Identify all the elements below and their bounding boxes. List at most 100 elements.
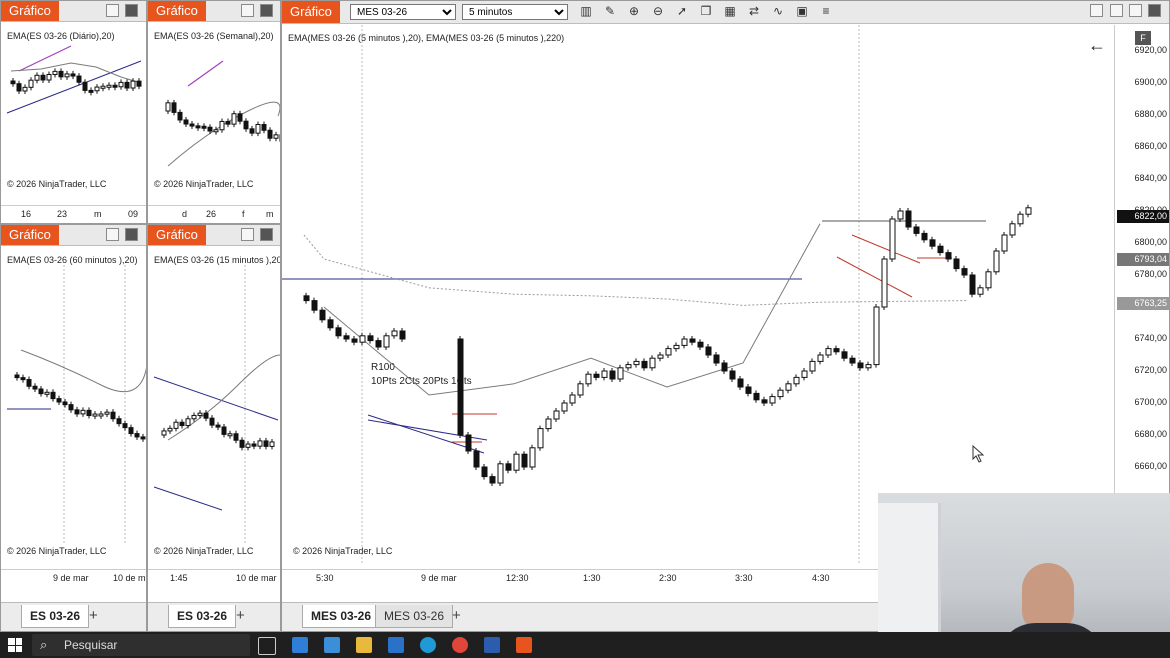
x-label: 10 de m [113, 573, 146, 583]
candle [219, 120, 225, 131]
zoom-out-icon[interactable]: ⊖ [650, 3, 666, 19]
camera-app-icon[interactable] [324, 637, 340, 653]
chrome-browser-icon[interactable] [452, 637, 468, 653]
bar-type-icon[interactable]: ▥ [578, 3, 594, 19]
candle [191, 414, 197, 420]
daily-price-plot[interactable] [1, 41, 147, 191]
widgets-icon[interactable] [292, 637, 308, 653]
candle [993, 250, 1000, 273]
candle [713, 354, 720, 364]
x-axis: d 26 f m [148, 205, 280, 223]
daily-chart-titlebar[interactable]: Gráfico [1, 1, 146, 22]
candle [865, 364, 872, 369]
indicator-legend: EMA(ES 03-26 (Diário),20) [7, 31, 115, 41]
instrument-selector[interactable]: MES 03-26 [350, 4, 456, 20]
edge-browser-icon[interactable] [420, 637, 436, 653]
candle [10, 80, 16, 85]
candle [189, 123, 195, 127]
candle [351, 338, 358, 343]
candle [177, 111, 183, 121]
y-tick-label: 6700,00 [1134, 397, 1167, 407]
ninjatrader-icon[interactable] [516, 637, 532, 653]
side-letter-button[interactable]: F [1135, 31, 1151, 45]
main-chart-titlebar[interactable]: Gráfico MES 03-26 5 minutos ▥ ✎ ⊕ ⊖ ➚ ❒ … [282, 1, 1169, 24]
windows-start-icon[interactable] [8, 638, 22, 652]
task-view-icon[interactable] [258, 637, 276, 655]
hourly-chart-titlebar[interactable]: Gráfico [1, 225, 146, 246]
restore-button[interactable] [1129, 4, 1142, 17]
indicators-icon[interactable]: ∿ [770, 3, 786, 19]
mail-icon[interactable] [388, 637, 404, 653]
minimize-button[interactable] [241, 4, 254, 17]
candle [267, 129, 273, 139]
data-box-icon[interactable]: ▦ [722, 3, 738, 19]
candle [537, 428, 544, 449]
tab-es[interactable]: ES 03-26 [168, 605, 237, 628]
maximize-button[interactable] [260, 228, 273, 241]
minimize-button[interactable] [106, 4, 119, 17]
wedge-lower-line [836, 256, 913, 298]
maximize-button[interactable] [125, 4, 138, 17]
properties-icon[interactable]: ❒ [698, 3, 714, 19]
candle [825, 348, 832, 356]
candle [577, 383, 584, 396]
candle [785, 383, 792, 391]
candle [233, 433, 239, 441]
candle [753, 392, 760, 401]
minimize-button[interactable] [1090, 4, 1103, 17]
fifteen-min-chart-titlebar[interactable]: Gráfico [148, 225, 280, 246]
tab-es[interactable]: ES 03-26 [21, 605, 90, 628]
interval-selector[interactable]: 5 minutos [462, 4, 568, 20]
candle [269, 441, 275, 447]
pointer-icon[interactable]: ➚ [674, 3, 690, 19]
taskbar-search-box[interactable]: ⌕ Pesquisar [32, 634, 250, 656]
fifteen-min-price-plot[interactable] [148, 265, 281, 545]
strategy-icon[interactable]: ⇄ [746, 3, 762, 19]
search-icon: ⌕ [40, 637, 48, 652]
candle [62, 401, 68, 406]
minimize-button[interactable] [106, 228, 119, 241]
weekly-chart-titlebar[interactable]: Gráfico [148, 1, 280, 22]
candle [32, 385, 38, 390]
tab-mes[interactable]: MES 03-26 [375, 605, 454, 628]
add-tab-button[interactable]: + [236, 607, 245, 624]
hourly-price-plot[interactable] [1, 265, 147, 545]
alert-icon[interactable]: ▣ [794, 3, 810, 19]
candle [38, 388, 44, 395]
close-button[interactable] [1148, 4, 1161, 17]
menu-icon[interactable]: ≡ [818, 3, 834, 19]
candle [641, 360, 648, 369]
candle [327, 319, 334, 329]
candle [319, 309, 326, 321]
candle [58, 70, 64, 78]
draw-tool-icon[interactable]: ✎ [602, 3, 618, 19]
file-explorer-icon[interactable] [356, 637, 372, 653]
candle [593, 373, 600, 378]
word-icon[interactable] [484, 637, 500, 653]
add-tab-button[interactable]: + [89, 607, 98, 624]
candle [729, 370, 736, 380]
weekly-price-plot[interactable] [148, 41, 281, 191]
candle [116, 418, 122, 425]
y-tick-label: 6800,00 [1134, 237, 1167, 247]
candle [673, 344, 680, 350]
candle [961, 268, 968, 276]
candle [195, 125, 201, 129]
copyright-text: © 2026 NinjaTrader, LLC [293, 546, 393, 556]
tab-mes-active[interactable]: MES 03-26 [302, 605, 381, 628]
maximize-button[interactable] [1110, 4, 1123, 17]
candle [197, 412, 203, 416]
main-price-plot[interactable]: R100 10Pts 2Cts 20Pts 1Cts [282, 25, 1117, 565]
zoom-in-icon[interactable]: ⊕ [626, 3, 642, 19]
maximize-button[interactable] [260, 4, 273, 17]
window-title: Gráfico [148, 1, 206, 21]
x-label: d [182, 209, 188, 219]
candle [665, 348, 672, 356]
candle [225, 120, 231, 125]
add-tab-button[interactable]: + [452, 607, 461, 624]
candle [857, 362, 864, 369]
candle [745, 386, 752, 394]
minimize-button[interactable] [241, 228, 254, 241]
candle [977, 287, 984, 295]
maximize-button[interactable] [125, 228, 138, 241]
